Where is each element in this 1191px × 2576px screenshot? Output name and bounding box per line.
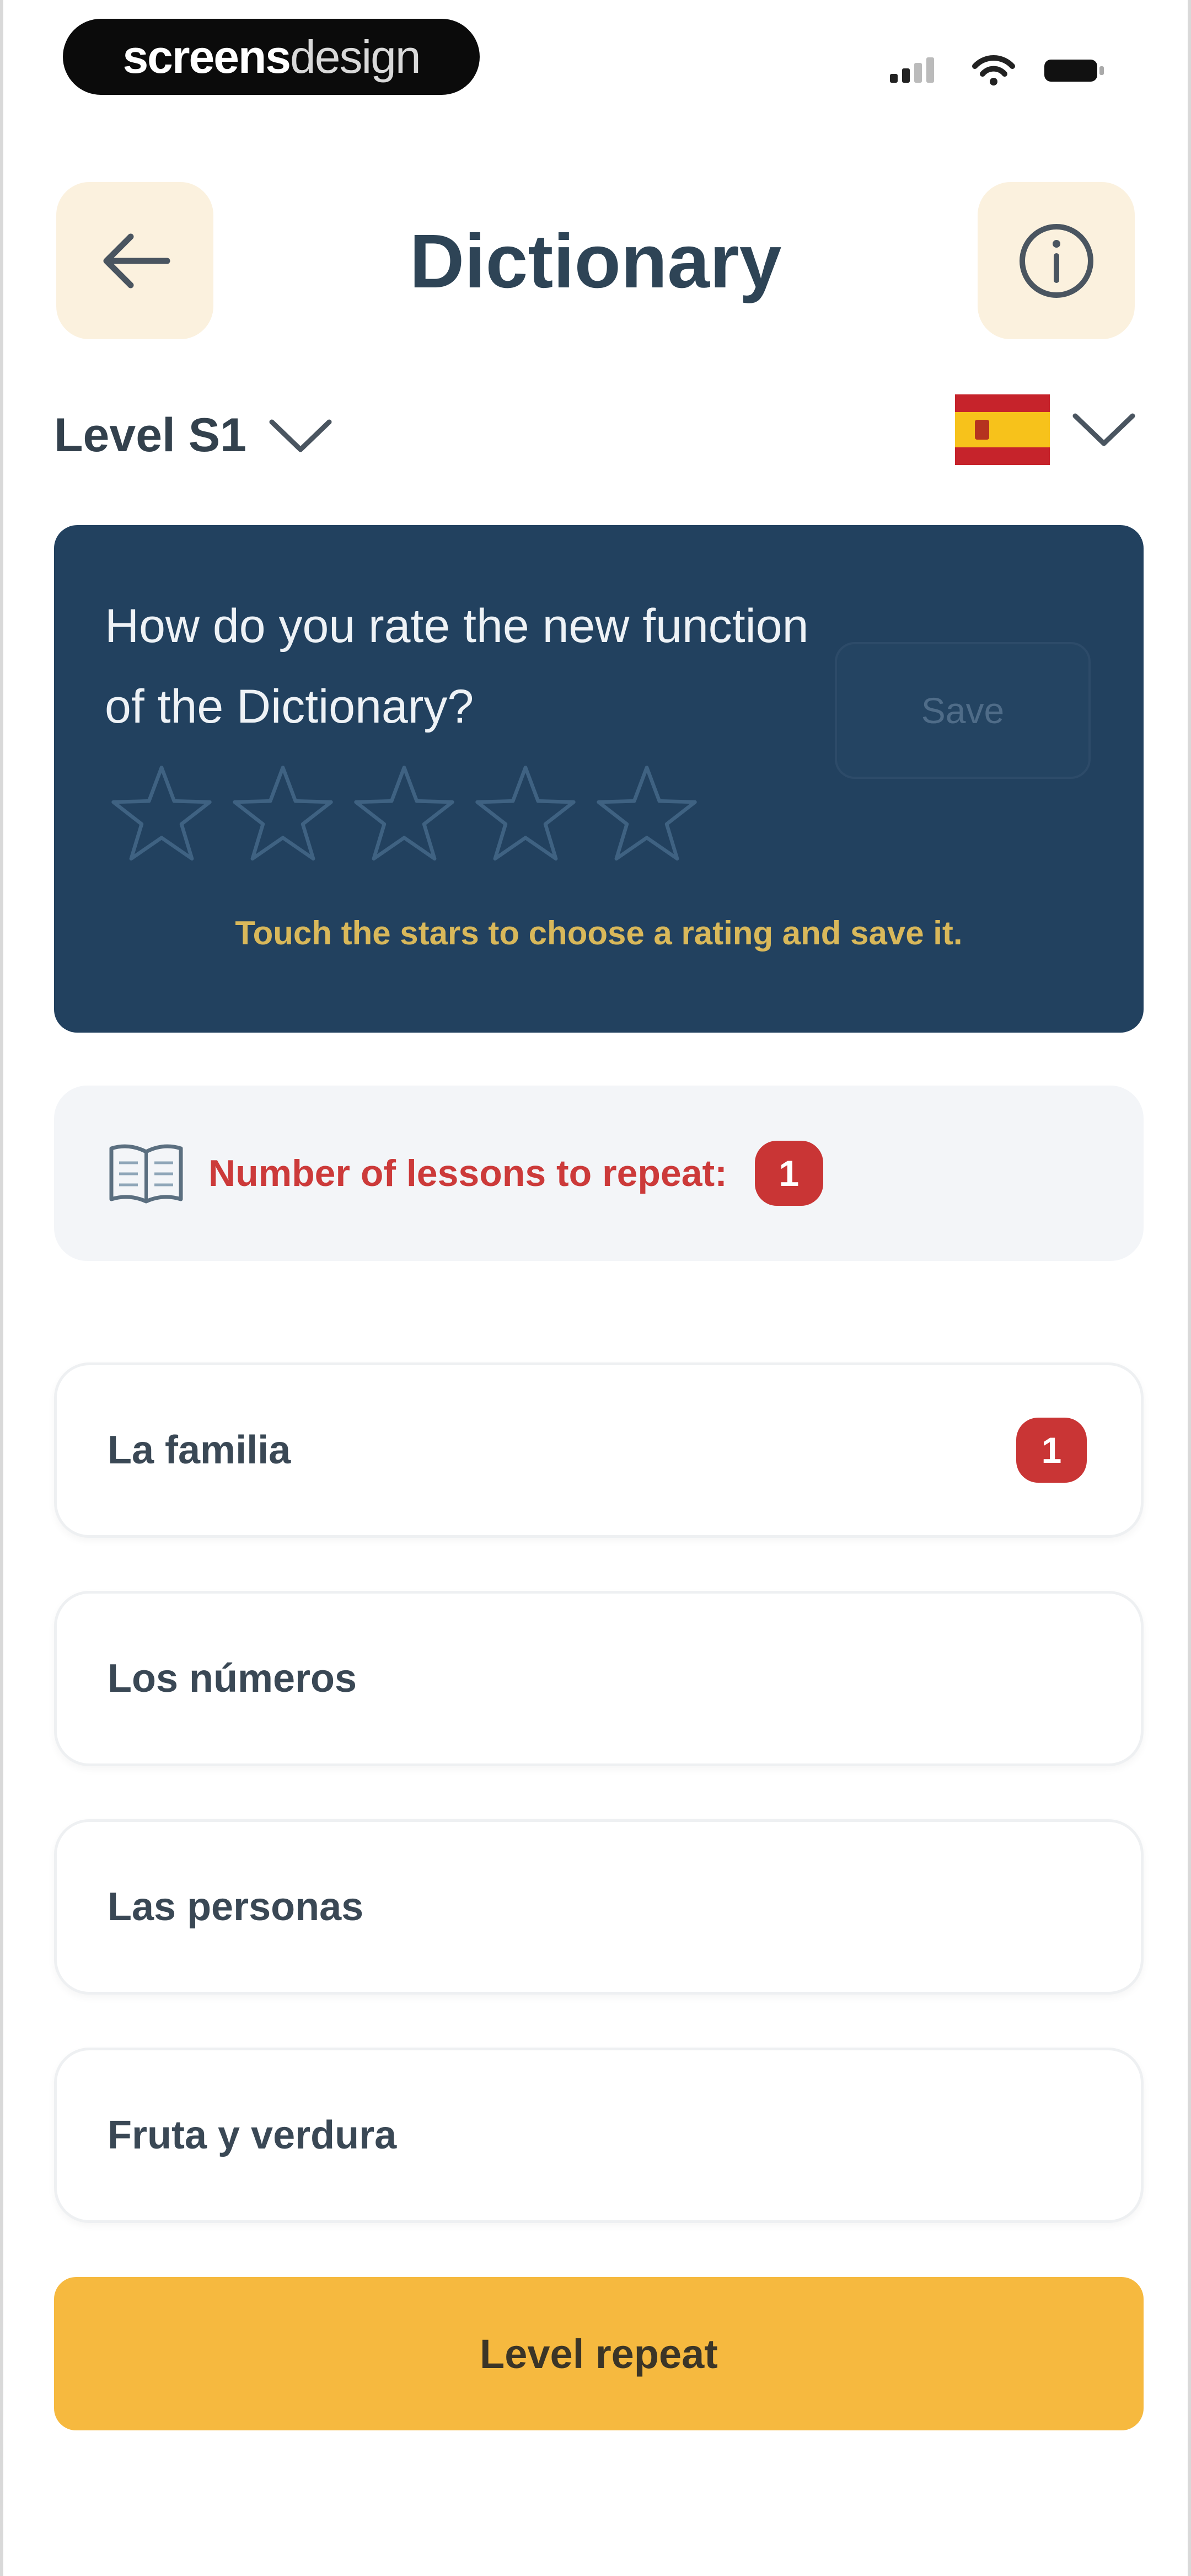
lesson-name: Fruta y verdura [108, 2113, 397, 2157]
lessons-to-repeat-count-badge: 1 [754, 1141, 823, 1206]
star-2-icon[interactable] [230, 761, 335, 866]
star-3-icon[interactable] [352, 761, 457, 866]
level-dropdown-label: Level S1 [54, 409, 246, 462]
app-screen: screensdesign Dictionary Level S1 How do… [0, 0, 1191, 2576]
lessons-to-repeat-banner: Number of lessons to repeat: 1 [54, 1086, 1144, 1261]
spain-flag-icon [955, 394, 1050, 465]
lesson-item-los-numeros[interactable]: Los números [54, 1591, 1144, 1766]
open-book-icon [109, 1144, 183, 1204]
level-repeat-button[interactable]: Level repeat [54, 2277, 1144, 2430]
lesson-repeat-badge: 1 [1016, 1418, 1087, 1483]
lesson-name: La familia [108, 1428, 291, 1472]
rating-hint: Touch the stars to choose a rating and s… [235, 915, 963, 952]
watermark-bold-text: screens [122, 30, 291, 83]
wifi-icon [972, 55, 1015, 85]
info-button[interactable] [978, 182, 1135, 339]
lesson-item-la-familia[interactable]: La familia 1 [54, 1362, 1144, 1538]
rating-question: How do you rate the new function of the … [105, 600, 809, 733]
level-dropdown[interactable]: Level S1 [54, 408, 334, 463]
star-4-icon[interactable] [473, 761, 578, 866]
signal-icon [890, 57, 934, 83]
lesson-item-las-personas[interactable]: Las personas [54, 1819, 1144, 1995]
screensdesign-watermark: screensdesign [63, 19, 480, 95]
lesson-item-fruta-y-verdura[interactable]: Fruta y verdura [54, 2048, 1144, 2223]
lesson-name: Las personas [108, 1885, 364, 1929]
status-bar-icons [890, 55, 1104, 85]
language-dropdown[interactable] [955, 394, 1137, 465]
lesson-name: Los números [108, 1656, 357, 1701]
chevron-down-icon [269, 419, 332, 452]
rating-card: How do you rate the new function of the … [54, 525, 1144, 1033]
star-5-icon[interactable] [594, 761, 699, 866]
save-rating-button[interactable]: Save [835, 642, 1091, 779]
chevron-down-icon [1072, 413, 1135, 446]
info-icon [1019, 223, 1093, 298]
star-rating [109, 761, 699, 866]
lessons-to-repeat-label: Number of lessons to repeat: [208, 1152, 727, 1194]
watermark-light-text: design [290, 30, 421, 83]
star-1-icon[interactable] [109, 761, 214, 866]
battery-icon [1044, 60, 1104, 82]
